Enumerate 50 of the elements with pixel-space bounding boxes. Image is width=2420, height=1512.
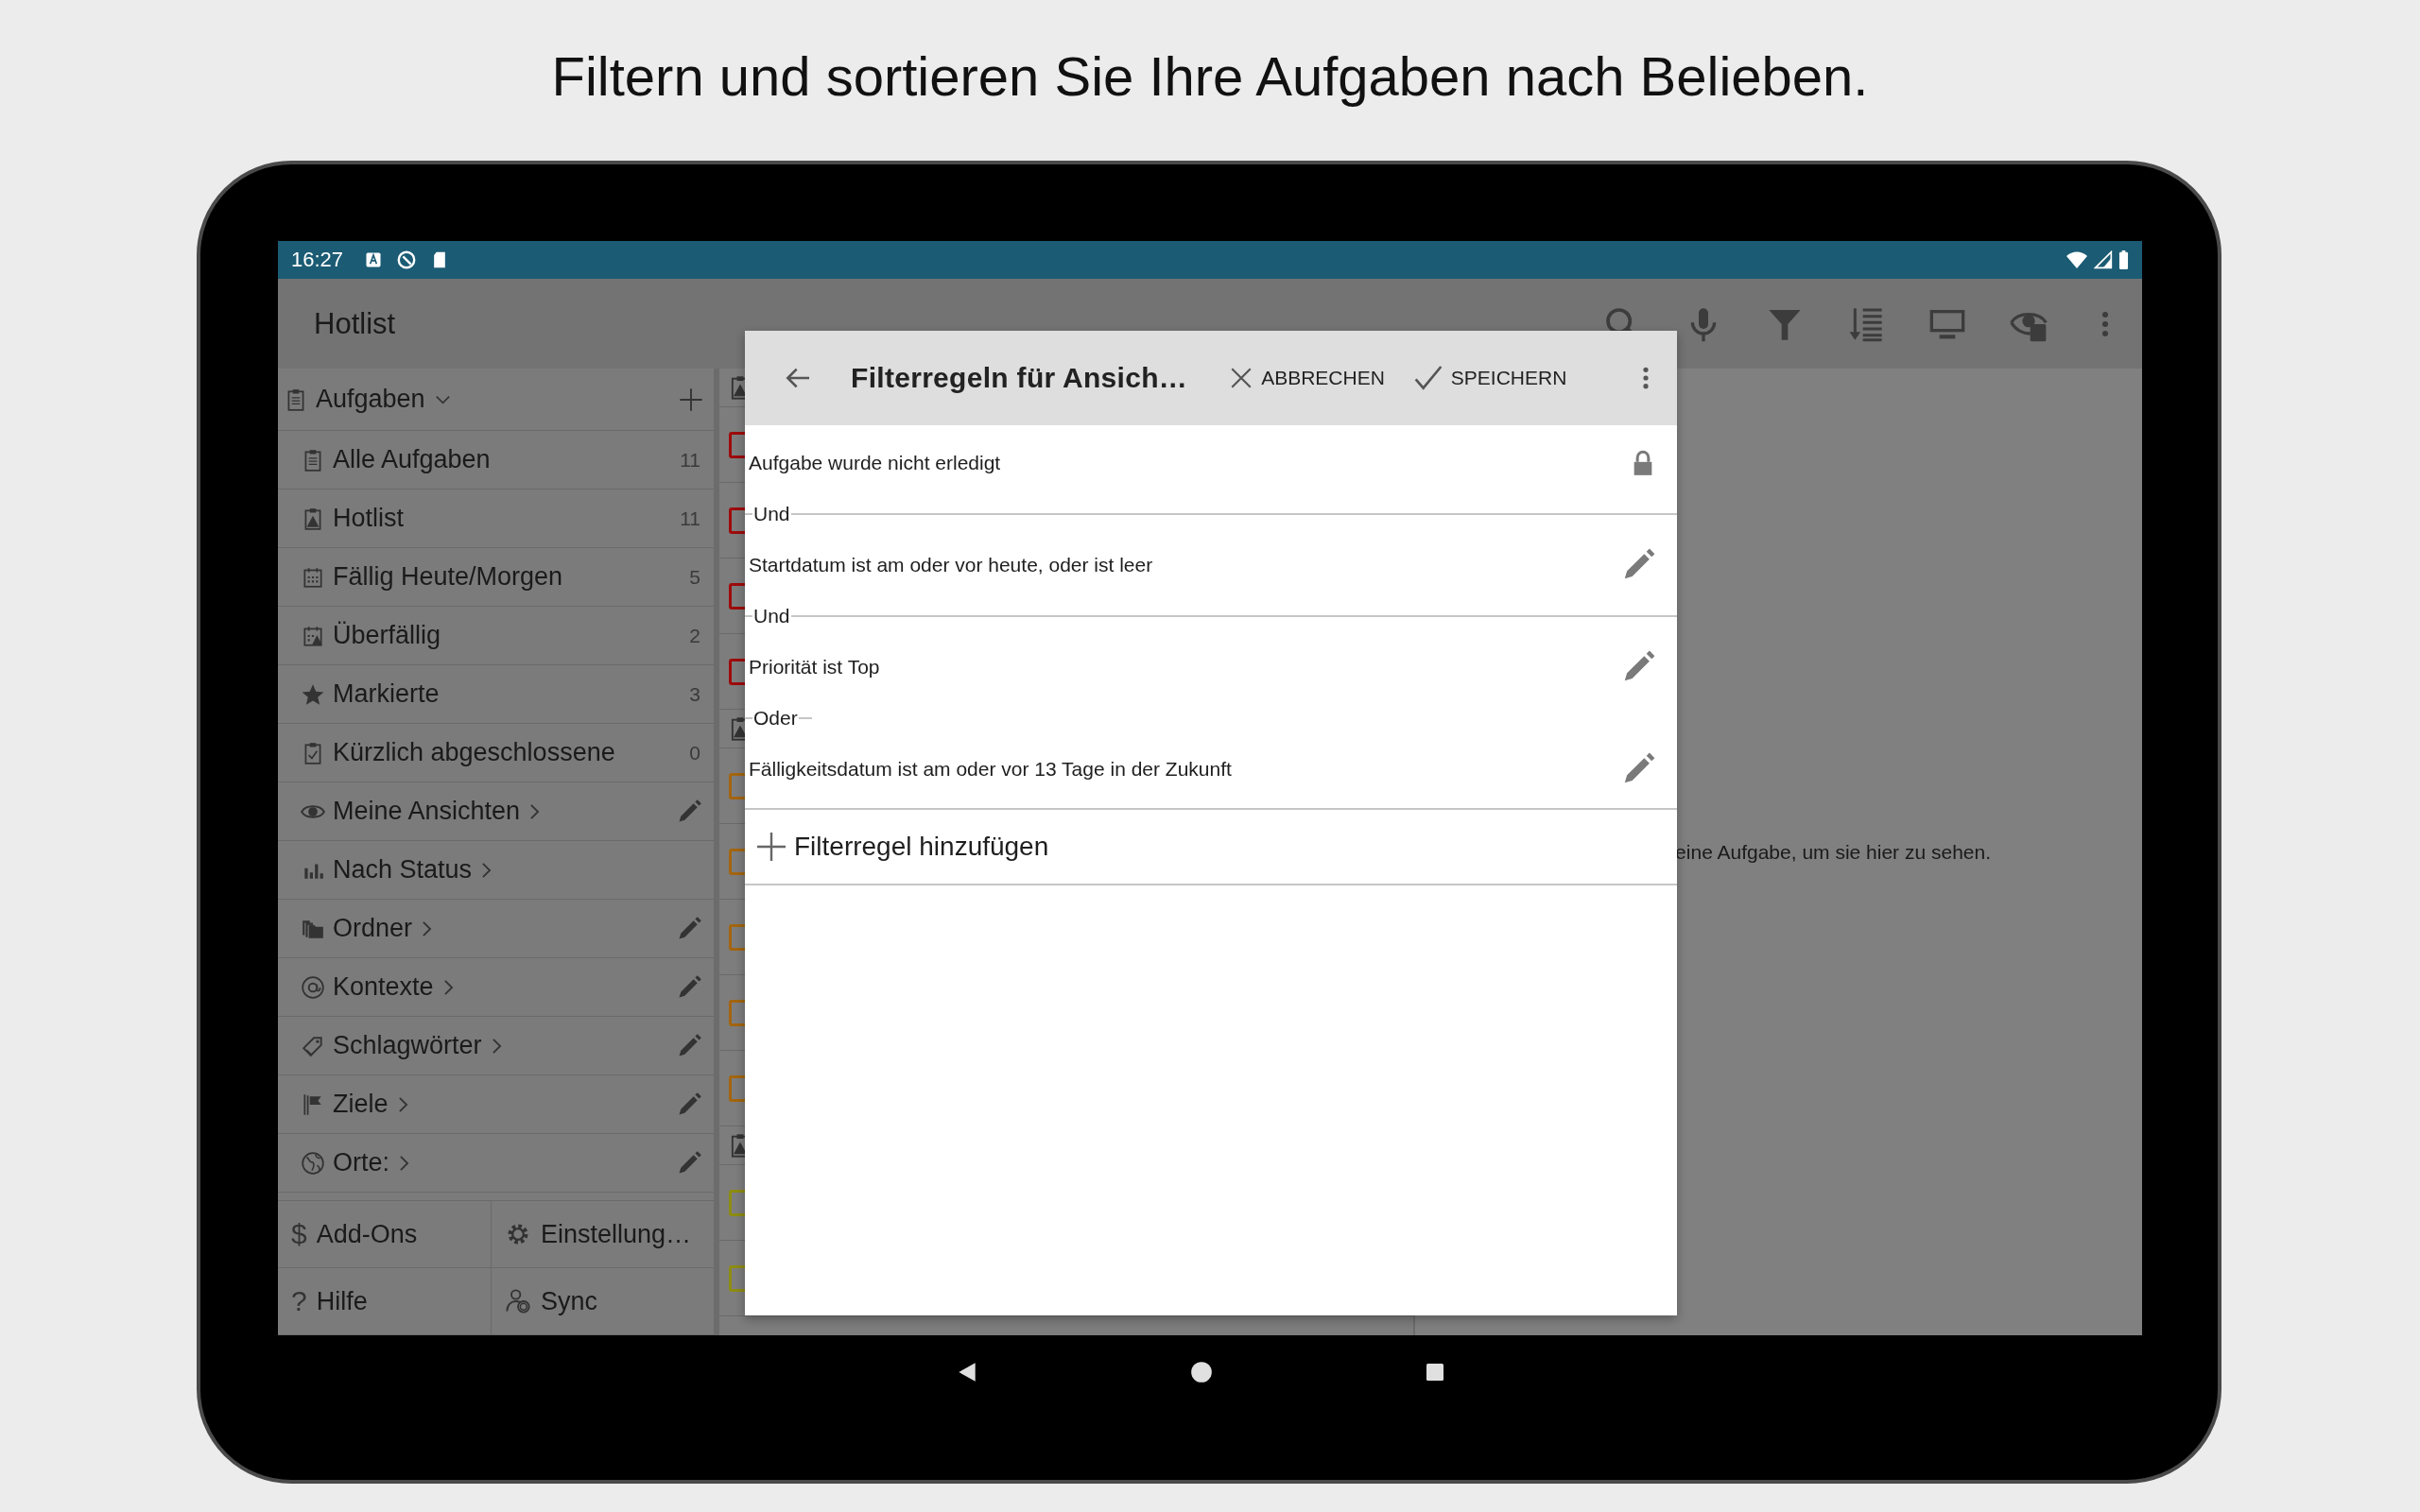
headline: Filtern und sortieren Sie Ihre Aufgaben nach Belieben. <box>550 43 1870 109</box>
sidebar-button[interactable]: ? Hilfe <box>278 1268 492 1335</box>
signal-icon <box>2094 250 2113 269</box>
item-count: 0 <box>689 741 700 765</box>
sidebar-section-header[interactable]: Aufgaben <box>278 369 714 431</box>
item-count: 3 <box>689 682 700 706</box>
add-icon[interactable] <box>678 386 704 413</box>
sidebar-item[interactable]: Kontexte <box>278 958 714 1017</box>
add-icon <box>754 830 788 864</box>
sidebar-item[interactable]: Ziele <box>278 1075 714 1134</box>
sidebar-item[interactable]: Ordner <box>278 900 714 958</box>
connector-label: Und <box>752 605 791 627</box>
check-icon <box>1412 363 1443 393</box>
sidebar-item[interactable]: Kürzlich abgeschlossene 0 <box>278 724 714 782</box>
at-sign-icon <box>301 974 325 1000</box>
sidebar-item[interactable]: Orte: <box>278 1134 714 1193</box>
sidebar-item[interactable]: Überfällig 2 <box>278 607 714 665</box>
sidebar-button[interactable]: $ Add-Ons <box>278 1201 492 1268</box>
globe-icon <box>301 1150 325 1176</box>
battery-icon <box>2118 250 2129 269</box>
item-count: 11 <box>680 507 700 530</box>
home-nav-icon[interactable] <box>1189 1359 1214 1384</box>
filter-rule[interactable]: Fälligkeitsdatum ist am oder vor 13 Tage in der Zukunft <box>745 744 1677 795</box>
cancel-button[interactable]: ABBRECHEN <box>1221 360 1392 396</box>
sidebar-item[interactable]: Meine Ansichten <box>278 782 714 841</box>
sidebar-item[interactable]: Fällig Heute/Morgen 5 <box>278 548 714 607</box>
sidebar-button[interactable]: Einstellung… <box>492 1201 714 1268</box>
save-button[interactable]: SPEICHERN <box>1405 357 1575 399</box>
empty-message: eine Aufgabe, um sie hier zu sehen. <box>1675 840 1991 864</box>
toolbar-title: Hotlist <box>314 306 396 341</box>
sync-icon <box>505 1288 531 1314</box>
filter-rule[interactable]: Startdatum ist am oder vor heute, oder ist leer <box>745 540 1677 591</box>
filter-rule[interactable]: Aufgabe wurde nicht erledigt <box>745 438 1677 489</box>
sidebar-item[interactable]: Markierte 3 <box>278 665 714 724</box>
clock-time: 16:27 <box>291 248 344 272</box>
add-rule-button[interactable]: Filterregel hinzufügen <box>745 810 1677 885</box>
glyph-icon: $ <box>291 1218 307 1250</box>
item-count: 5 <box>689 565 700 589</box>
item-count: 2 <box>689 624 700 647</box>
sidebar-item[interactable]: Schlagwörter <box>278 1017 714 1075</box>
sidebar-item[interactable]: Nach Status <box>278 841 714 900</box>
item-count: 11 <box>680 448 700 472</box>
sidebar-button[interactable]: Sync <box>492 1268 714 1335</box>
filter-rule[interactable]: Priorität ist Top <box>745 642 1677 693</box>
connector-label: Oder <box>752 707 799 730</box>
sidebar-item[interactable]: Hotlist 11 <box>278 490 714 548</box>
connector-label: Und <box>752 503 791 525</box>
glyph-icon: ? <box>291 1285 307 1317</box>
sidebar-item[interactable]: Alle Aufgaben 11 <box>278 431 714 490</box>
dialog-title: Filterregeln für Ansich… <box>851 362 1188 394</box>
